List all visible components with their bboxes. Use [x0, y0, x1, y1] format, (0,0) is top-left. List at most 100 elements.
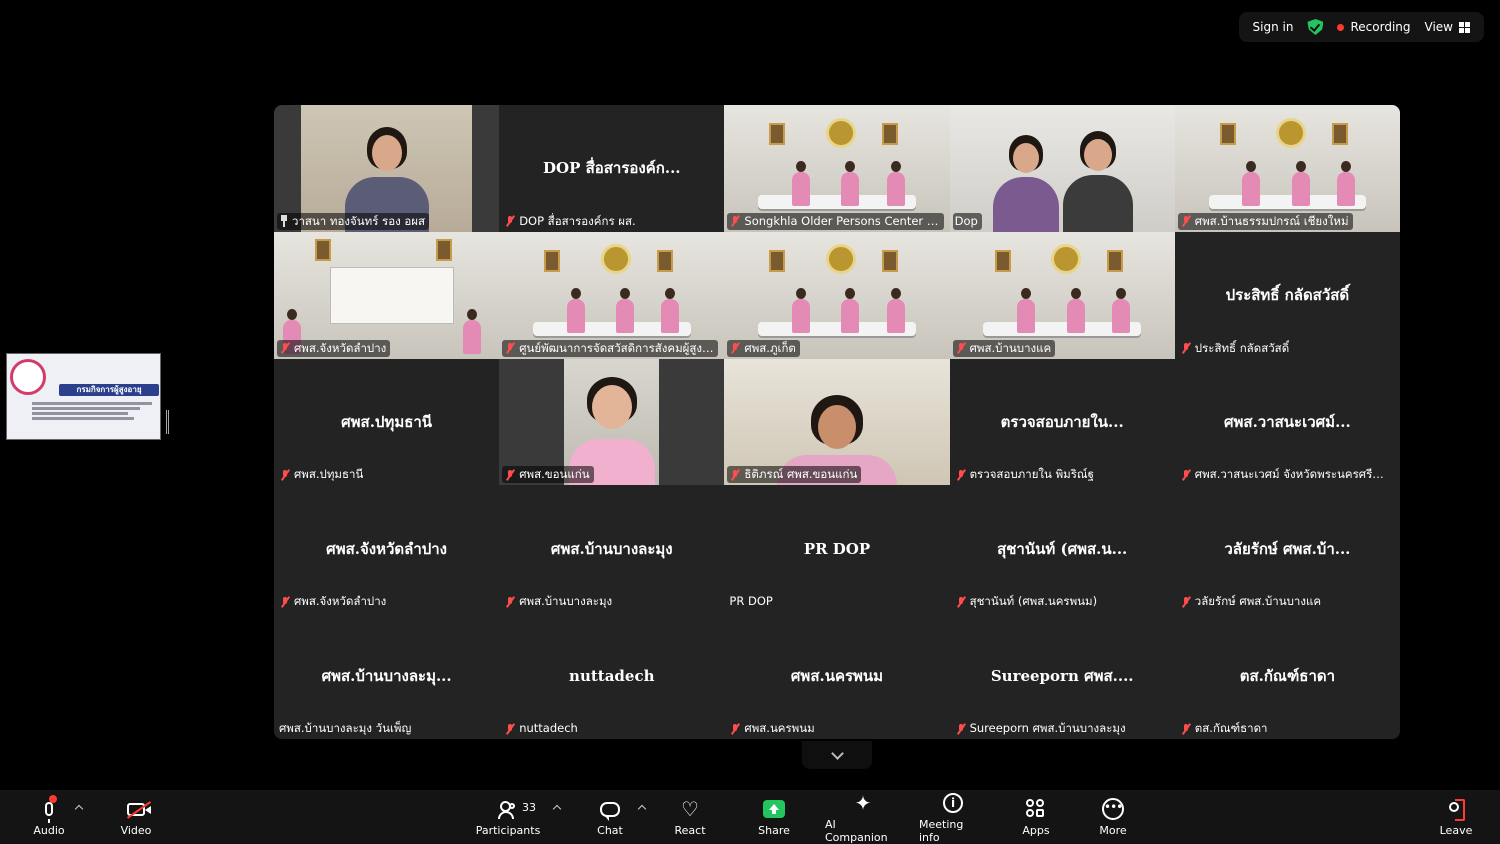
participant-tile[interactable]: ศูนย์พัฒนาการจัดสวัสดิการสังคมผู้สูงอายุ…: [499, 231, 725, 359]
more-label: More: [1099, 824, 1127, 837]
leave-door-icon: [1447, 799, 1465, 821]
mic-off-icon: [729, 469, 741, 481]
chat-options-chevron-icon[interactable]: [637, 804, 647, 814]
participant-display-name: ศพส.วาสนะเวศม์...: [1224, 412, 1351, 431]
share-screen-icon: [763, 800, 785, 818]
mic-off-icon: [729, 215, 741, 227]
chat-button[interactable]: Chat: [593, 790, 627, 844]
camera-off-icon: [127, 802, 151, 816]
participant-tile[interactable]: ศพส.นครพนม ศพส.นครพนม: [724, 612, 950, 739]
participant-tile[interactable]: ศพส.ภูเก็ต: [724, 231, 950, 359]
participant-tile[interactable]: Sureeporn ศพส.... Sureeporn ศพส.บ้านบางละ…: [949, 612, 1175, 739]
react-button[interactable]: ♡ React: [672, 790, 708, 844]
heart-icon: ♡: [681, 797, 699, 821]
share-button[interactable]: Share: [756, 790, 792, 844]
participant-name-text: DOP สื่อสารองค์กร ผส.: [519, 213, 636, 228]
shared-content-thumbnail[interactable]: กรมกิจการผู้สูงอายุ: [6, 353, 161, 440]
top-bar: Sign in Recording View: [1238, 12, 1484, 42]
participants-button[interactable]: 33 Participants: [474, 790, 542, 844]
participant-name-text: Songkhla Older Persons Center DOP: [744, 213, 940, 228]
participant-tile[interactable]: DOP สื่อสารองค์ก... DOP สื่อสารองค์กร ผส.: [499, 105, 725, 232]
participant-tile[interactable]: วลัยรักษ์ ศพส.บ้า... วลัยรักษ์ ศพส.บ้านบา…: [1174, 485, 1400, 613]
participant-name-label: ศพส.นครพนม: [727, 720, 818, 737]
participant-name-label: DOP สื่อสารองค์กร ผส.: [502, 213, 640, 230]
participant-tile[interactable]: ศพส.บ้านบางละมุง ศพส.บ้านบางละมุง: [499, 485, 725, 613]
video-label: Video: [120, 824, 152, 837]
participant-name-text: Sureeporn ศพส.บ้านบางละมุง: [969, 721, 1126, 735]
encryption-shield-icon[interactable]: [1307, 19, 1324, 35]
next-page-button[interactable]: [802, 741, 872, 769]
participant-name-label: ศูนย์พัฒนาการจัดสวัสดิการสังคมผู้สูงอายุ…: [502, 339, 719, 357]
mic-off-icon: [729, 342, 741, 354]
participant-name-label: สุชานันท์ (ศพส.นครพนม): [953, 593, 1102, 610]
participant-tile[interactable]: ศพส.จังหวัดลำปาง: [274, 231, 500, 359]
participant-tile[interactable]: Dop: [949, 105, 1175, 232]
participant-tile[interactable]: nuttadech nuttadech: [499, 612, 725, 739]
audio-options-chevron-icon[interactable]: [74, 804, 84, 814]
participant-name-text: Dop: [954, 213, 978, 228]
participant-tile[interactable]: ธิติภรณ์ ศพส.ขอนแก่น: [724, 358, 950, 486]
info-icon: i: [943, 792, 963, 813]
participant-tile[interactable]: วาสนา ทองจันทร์ รอง อผส: [274, 105, 500, 232]
meeting-info-button[interactable]: i Meeting info: [919, 790, 987, 844]
participant-name-text: ศพส.ปทุมธานี: [294, 467, 364, 482]
participant-name-label: ธิติภรณ์ ศพส.ขอนแก่น: [727, 466, 862, 484]
share-banner-text: กรมกิจการผู้สูงอายุ: [59, 384, 159, 396]
participant-tile[interactable]: ตส.กัณฑ์ธาดา ตส.กัณฑ์ธาดา: [1174, 612, 1400, 739]
recording-label: Recording: [1350, 20, 1411, 34]
leave-button[interactable]: Leave: [1438, 790, 1474, 844]
more-button[interactable]: ••• More: [1096, 790, 1130, 844]
participant-display-name: ศพส.จังหวัดลำปาง: [326, 539, 448, 558]
department-logo-icon: [10, 359, 46, 395]
participant-tile[interactable]: Songkhla Older Persons Center DOP: [724, 105, 950, 232]
participant-name-text: ศพส.จังหวัดลำปาง: [294, 340, 387, 355]
participant-display-name: ตรวจสอบภายใน...: [1000, 412, 1124, 431]
participant-tile[interactable]: PR DOP PR DOP: [724, 485, 950, 613]
participant-name-text: ศพส.ภูเก็ต: [744, 340, 796, 355]
ai-companion-button[interactable]: ✦ AI Companion: [825, 790, 901, 844]
panel-resize-handle[interactable]: [166, 410, 169, 434]
participant-tile[interactable]: ศพส.จังหวัดลำปาง ศพส.จังหวัดลำปาง: [274, 485, 500, 613]
participant-display-name: Sureeporn ศพส....: [990, 666, 1134, 685]
audio-button[interactable]: Audio: [30, 790, 68, 844]
video-button[interactable]: Video: [115, 790, 157, 844]
participant-tile[interactable]: ตรวจสอบภายใน... ตรวจสอบภายใน พิมริณ์ฐ: [949, 358, 1175, 486]
apps-button[interactable]: Apps: [1019, 790, 1053, 844]
sign-in-link[interactable]: Sign in: [1253, 20, 1294, 34]
mic-off-icon: [1180, 596, 1192, 608]
participant-display-name: ตส.กัณฑ์ธาดา: [1239, 666, 1336, 685]
mic-off-icon: [279, 596, 291, 608]
participant-display-name: สุชานันท์ (ศพส.น...: [997, 539, 1128, 558]
participant-tile[interactable]: ประสิทธิ์ กลัดสวัสดิ์ ประสิทธิ์ กลัดสวัสด…: [1174, 231, 1400, 359]
participant-tile[interactable]: ศพส.วาสนะเวศม์... ศพส.วาสนะเวศม์ จังหวัดพ…: [1174, 358, 1400, 486]
view-label: View: [1424, 20, 1453, 34]
participant-name-label: ประสิทธิ์ กลัดสวัสดิ์: [1178, 340, 1293, 357]
mic-off-icon: [729, 723, 741, 735]
participants-count: 33: [522, 801, 536, 814]
view-button[interactable]: View: [1425, 20, 1470, 34]
participant-tile[interactable]: ศพส.บ้านธรรมปกรณ์ เชียงใหม่: [1174, 105, 1400, 232]
mic-off-icon: [504, 723, 516, 735]
participant-tile[interactable]: ศพส.บ้านบางละมุ... ศพส.บ้านบางละมุง วันเพ…: [274, 612, 500, 739]
participant-name-label: วาสนา ทองจันทร์ รอง อผส: [277, 212, 430, 230]
participant-name-text: ศพส.บ้านบางละมุง: [519, 594, 613, 609]
participant-name-text: ศพส.วาสนะเวศม์ จังหวัดพระนครศรีอยุธยา: [1194, 467, 1390, 482]
participant-tile[interactable]: ศพส.ปทุมธานี ศพส.ปทุมธานี: [274, 358, 500, 486]
recording-indicator[interactable]: Recording: [1337, 20, 1411, 34]
participant-name-label: Dop: [952, 212, 982, 230]
participant-name-text: ตรวจสอบภายใน พิมริณ์ฐ: [969, 467, 1094, 482]
participant-name-text: ศพส.บ้านบางละมุง วันเพ็ญ: [279, 721, 412, 735]
meeting-info-label: Meeting info: [919, 817, 964, 844]
participant-tile[interactable]: ศพส.บ้านบางแค: [949, 231, 1175, 359]
mic-off-icon: [1180, 469, 1192, 481]
leave-label: Leave: [1439, 824, 1473, 837]
participant-name-text: ตส.กัณฑ์ธาดา: [1194, 721, 1268, 735]
participant-name-label: Sureeporn ศพส.บ้านบางละมุง: [953, 720, 1130, 737]
gallery-grid: วาสนา ทองจันทร์ รอง อผส DOP สื่อสารองค์ก.…: [274, 105, 1400, 739]
sparkle-icon: ✦: [854, 790, 872, 815]
participant-tile[interactable]: สุชานันท์ (ศพส.น... สุชานันท์ (ศพส.นครพนม…: [949, 485, 1175, 613]
participant-tile[interactable]: ศพส.ขอนแก่น: [499, 358, 725, 486]
participant-name-text: nuttadech: [519, 721, 578, 735]
participants-options-chevron-icon[interactable]: [552, 804, 562, 814]
participant-name-label: ศพส.บ้านบางแค: [952, 339, 1056, 357]
